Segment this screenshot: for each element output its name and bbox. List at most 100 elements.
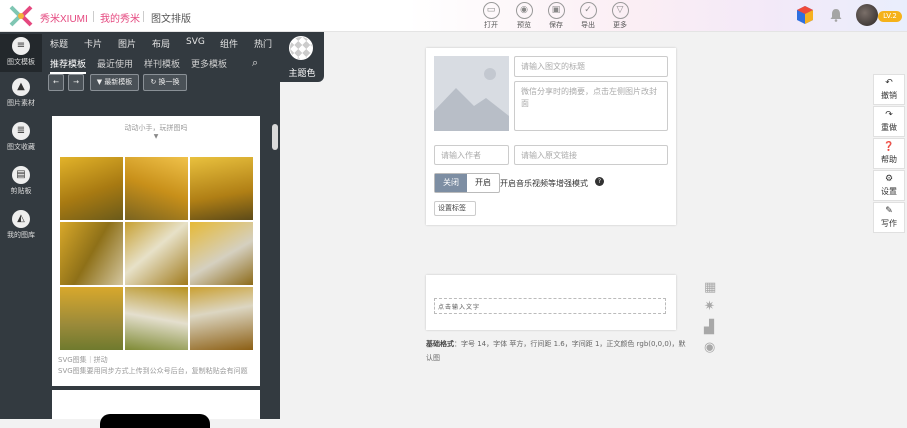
tab-component[interactable]: 组件 [220, 37, 238, 50]
set-tag-button[interactable]: 设置标签 [434, 201, 476, 216]
help-button[interactable]: ❓ 帮助 [873, 138, 905, 169]
preview-label: 预览 [517, 21, 531, 29]
tab-sample[interactable]: 样刊模板 [144, 57, 180, 70]
save-button[interactable]: ▣ 保存 [543, 2, 569, 30]
next-arrow-icon[interactable]: → [68, 74, 84, 91]
tab-more[interactable]: 更多模板 [191, 57, 227, 70]
rail-label: 图文收藏 [7, 143, 35, 151]
doc-icon: ≣ [12, 122, 30, 140]
template-note: SVG图集要用同步方式上传到公众号后台，复制粘贴会有问题 [58, 367, 248, 375]
format-info: 基础格式：字号 14，字体 苹方，行间距 1.6，字间距 1，正文颜色 rgb(… [426, 337, 688, 365]
toggle-off-button[interactable]: 关闭 [435, 174, 467, 192]
more-label: 更多 [613, 21, 627, 29]
tab-image[interactable]: 图片 [118, 37, 136, 50]
app-icon[interactable] [795, 5, 815, 25]
text-input-area[interactable]: 点击输入文字 [434, 298, 666, 314]
rail-label: 图片素材 [7, 99, 35, 107]
cover-image-placeholder[interactable] [434, 56, 509, 131]
author-input[interactable]: 请输入作者 [434, 145, 509, 165]
divider [93, 11, 94, 22]
theme-label: 主题色 [288, 69, 316, 79]
transparent-swatch-icon [289, 36, 313, 60]
format-title: 基础格式 [426, 340, 454, 348]
level-badge: LV.2 [878, 11, 902, 22]
right-action-bar: ↶ 撤销 ↷ 重做 ❓ 帮助 ⚙ 设置 ✎ 写作 [873, 74, 905, 234]
swap-button[interactable]: ↻ 换一换 [143, 74, 187, 91]
save-icon: ▣ [547, 2, 565, 19]
write-button[interactable]: ✎ 写作 [873, 202, 905, 233]
pen-icon: ✎ [885, 206, 893, 216]
autumn-tree-photo [190, 157, 253, 220]
filter-icon: ▼ [96, 78, 103, 86]
template-meta: SVG图集｜拼动 [58, 356, 108, 364]
settings-button[interactable]: ⚙ 设置 [873, 170, 905, 201]
rail-label: 我的图库 [7, 231, 35, 239]
image-placeholder-icon [434, 68, 509, 131]
swap-label: 换一换 [158, 78, 180, 86]
prev-arrow-icon[interactable]: ← [48, 74, 64, 91]
tab-layout[interactable]: 布局 [152, 37, 170, 50]
my-xiumi-link[interactable]: 我的秀米 [100, 10, 140, 25]
clipboard-icon: ▤ [12, 166, 30, 184]
redo-label: 重做 [881, 123, 897, 132]
image-icon: ▲ [12, 78, 30, 96]
scrollbar[interactable] [272, 124, 278, 150]
title-input[interactable]: 请输入图文的标题 [514, 56, 668, 77]
template-card[interactable] [52, 390, 260, 428]
redo-button[interactable]: ↷ 重做 [873, 106, 905, 137]
bar-chart-icon[interactable]: ▟ [704, 320, 714, 335]
summary-input[interactable]: 微信分享时的摘要，点击左侧图片改封面 [514, 81, 668, 131]
rail-item-templates[interactable]: ≡ 图文模板 [0, 34, 42, 72]
tab-svg[interactable]: SVG [186, 37, 205, 47]
autumn-tree-photo [125, 222, 188, 285]
rail-item-favorites[interactable]: ≣ 图文收藏 [0, 122, 42, 152]
music-mode-label: 开启音乐视频等增强模式 [500, 179, 588, 188]
more-button[interactable]: ▽ 更多 [607, 2, 633, 30]
help-icon[interactable]: ? [595, 177, 604, 186]
rail-item-gallery[interactable]: ◭ 我的图库 [0, 210, 42, 240]
tab-card[interactable]: 卡片 [84, 37, 102, 50]
bell-icon[interactable] [829, 8, 843, 22]
source-link-input[interactable]: 请输入原文链接 [514, 145, 668, 165]
divider [143, 11, 144, 22]
autumn-tree-photo [190, 287, 253, 350]
section-title: 图文排版 [151, 14, 191, 25]
open-label: 打开 [484, 21, 498, 29]
redo-icon: ↷ [885, 110, 893, 120]
music-mode-toggle[interactable]: 关闭 开启 [434, 173, 500, 193]
rail-item-clipboard[interactable]: ▤ 剪贴板 [0, 166, 42, 196]
preview-button[interactable]: ◉ 预览 [511, 2, 537, 30]
toggle-on-button[interactable]: 开启 [467, 174, 499, 192]
rail-item-images[interactable]: ▲ 图片素材 [0, 78, 42, 108]
xiumi-logo-icon[interactable] [8, 5, 34, 27]
settings-icon: ⚙ [884, 174, 894, 184]
left-rail: ≡ 图文模板 ▲ 图片素材 ≣ 图文收藏 ▤ 剪贴板 ◭ 我的图库 [0, 32, 42, 419]
autumn-tree-photo [60, 222, 123, 285]
text-block-card: 点击输入文字 [426, 275, 676, 330]
eye-icon: ◉ [515, 2, 533, 19]
gear-icon[interactable]: ✷ [704, 299, 715, 314]
theme-color-picker[interactable]: 主题色 [280, 32, 324, 82]
rail-label: 剪贴板 [10, 187, 32, 195]
list-icon: ≡ [12, 37, 30, 55]
undo-label: 撤销 [881, 91, 897, 100]
search-icon[interactable]: ⌕ [252, 56, 258, 70]
tab-recent[interactable]: 最近使用 [97, 57, 133, 70]
tab-recommended[interactable]: 推荐模板 [50, 57, 87, 74]
newest-button[interactable]: ▼ 最新模板 [90, 74, 139, 91]
brand-name[interactable]: 秀米XIUMI [40, 10, 88, 25]
undo-button[interactable]: ↶ 撤销 [873, 74, 905, 105]
template-card[interactable]: 动动小手，玩拼图吗 ▼ SVG图集｜拼动 SVG图集要用同步方式上传到公众号后台… [52, 116, 260, 386]
autumn-tree-photo [60, 287, 123, 350]
export-button[interactable]: ✓ 导出 [575, 2, 601, 30]
avatar[interactable] [856, 4, 878, 26]
open-button[interactable]: ▭ 打开 [478, 2, 504, 30]
grid-icon[interactable]: ▦ [704, 280, 716, 295]
save-label: 保存 [549, 21, 563, 29]
tab-hot[interactable]: 热门 [254, 37, 272, 50]
eye-icon[interactable]: ◉ [704, 340, 715, 355]
tab-title[interactable]: 标题 [50, 37, 68, 50]
chevron-down-icon: ▽ [611, 2, 629, 19]
autumn-tree-photo [60, 157, 123, 220]
article-meta-card: 请输入图文的标题 微信分享时的摘要，点击左侧图片改封面 请输入作者 请输入原文链… [426, 48, 676, 225]
